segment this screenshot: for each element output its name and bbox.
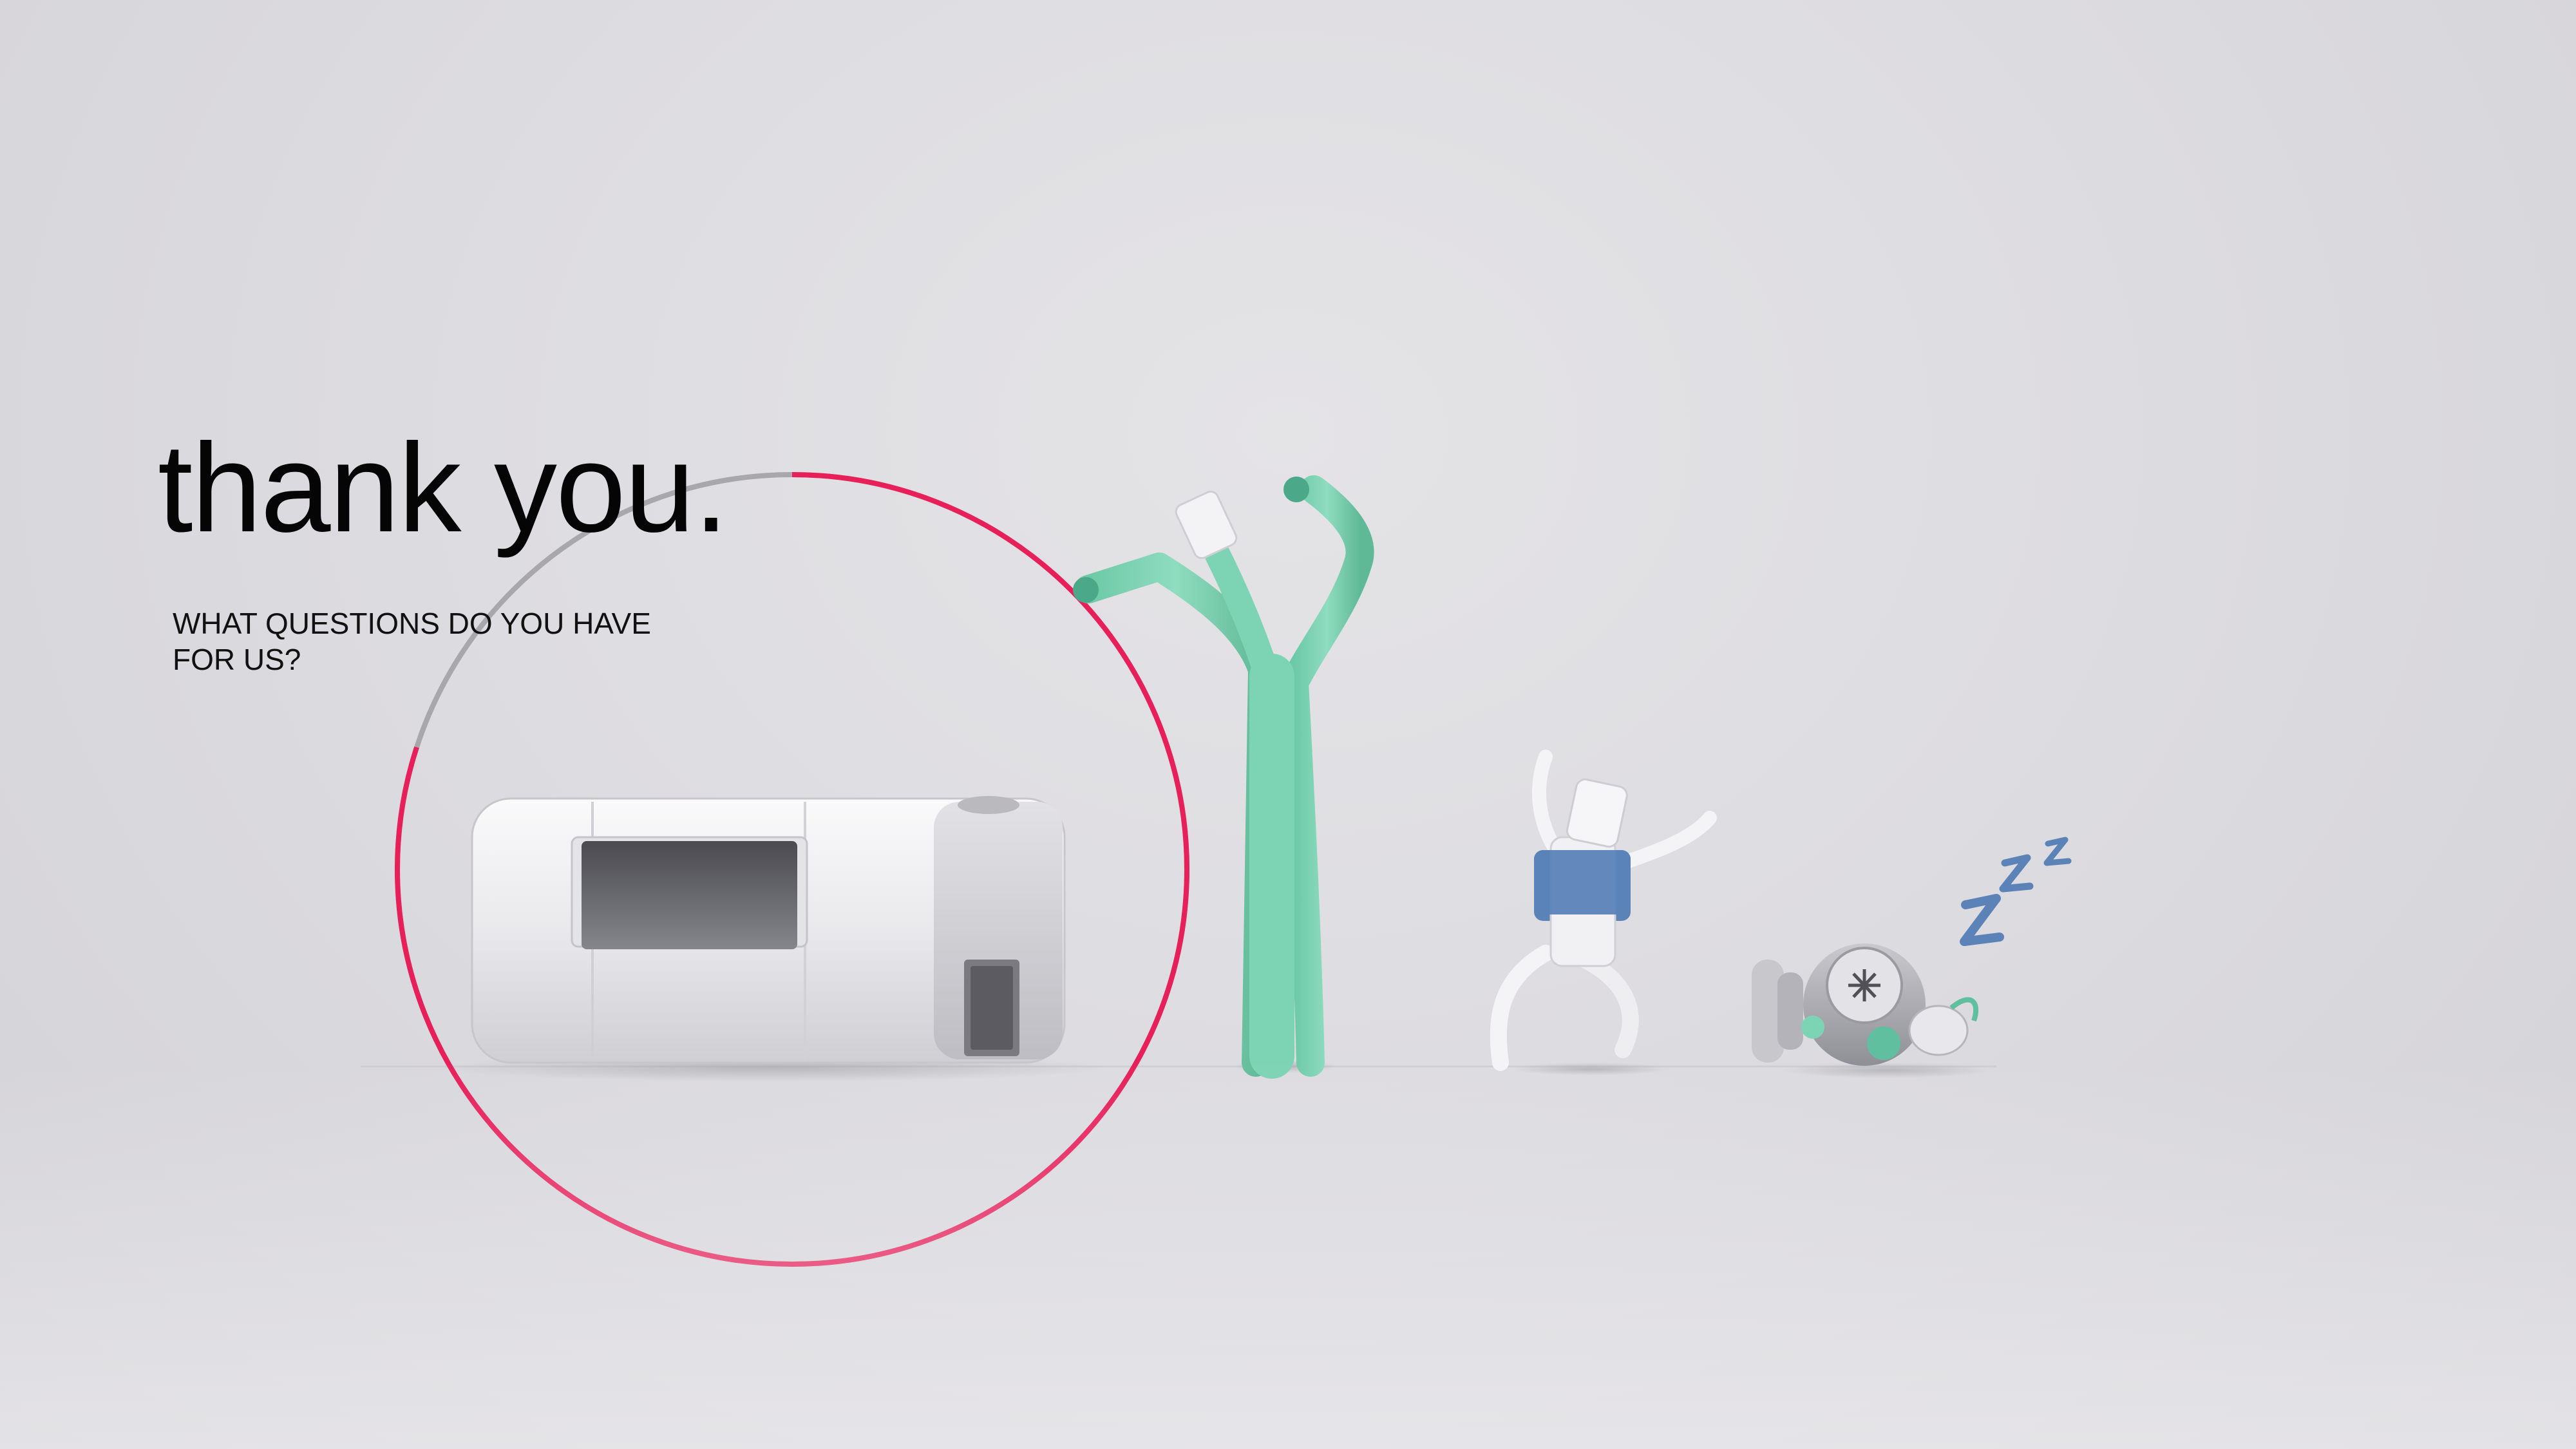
slide-title: thank you. <box>158 417 728 558</box>
dancing-figure <box>1490 750 1717 1075</box>
device-pod <box>438 796 1108 1082</box>
sleeping-figure <box>1752 943 1990 1078</box>
wacky-tube-figure <box>1073 475 1374 1079</box>
slide-subtitle: WHAT QUESTIONS DO YOU HAVE FOR US? <box>173 607 651 676</box>
illustration-scene <box>361 472 2072 1267</box>
sleep-zzz-icon <box>1960 837 2072 946</box>
slide: thank you. WHAT QUESTIONS DO YOU HAVE FO… <box>0 0 2576 1449</box>
